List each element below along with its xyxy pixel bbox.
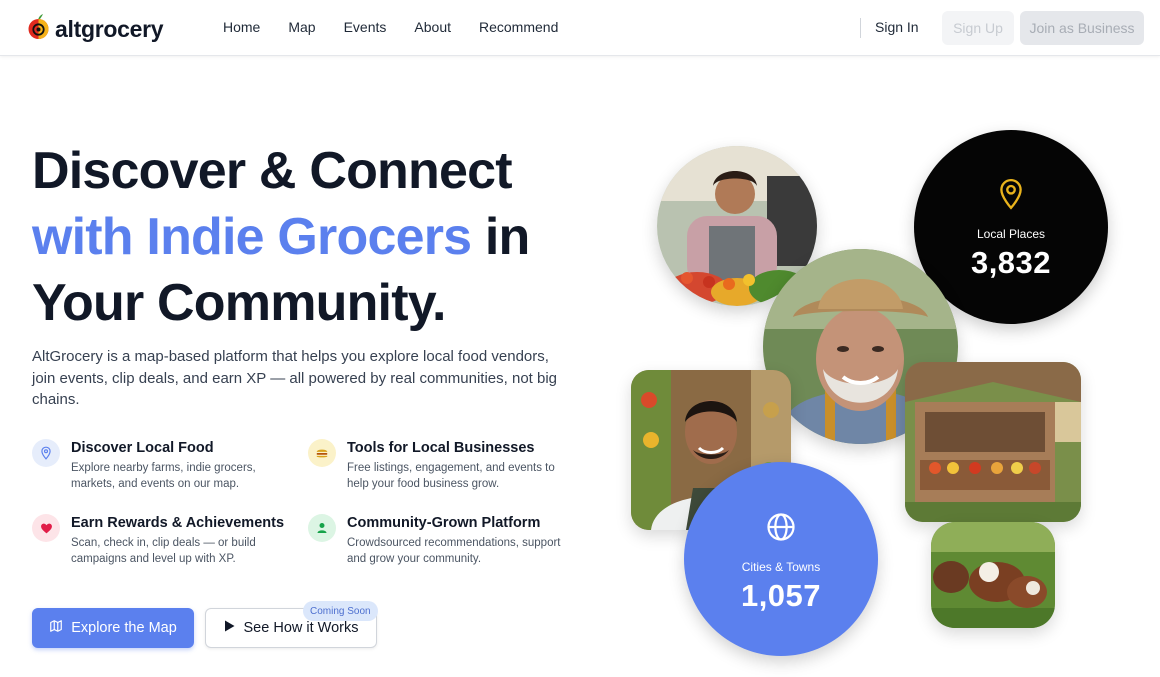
sign-in-link[interactable]: Sign In [875,19,919,35]
feature-title: Community-Grown Platform [347,515,541,531]
feature-title: Tools for Local Businesses [347,440,535,456]
cities-towns-label: Cities & Towns [741,560,821,574]
explore-map-label: Explore the Map [71,620,177,636]
cities-towns-value: 1,057 [740,578,822,613]
map-icon [49,619,63,637]
explore-map-button[interactable]: Explore the Map [32,608,194,648]
headline-accent: with Indie Grocers [32,208,472,266]
location-pin-icon [32,439,60,467]
cities-towns-stat: Cities & Towns 1,057 [684,462,878,656]
farm-stand-photo [905,362,1081,522]
location-pin-icon [998,178,1024,215]
feature-desc: Free listings, engagement, and events to… [347,462,555,490]
feature-desc: Crowdsourced recommendations, support an… [347,537,561,565]
brand-name: altgrocery [55,16,164,42]
feature-desc: Scan, check in, clip deals — or build ca… [71,537,256,565]
headline-line-1: Discover & Connect [32,142,513,200]
headline-line-3: Your Community. [32,274,446,332]
apple-logo-icon [26,14,51,45]
nav-link-map[interactable]: Map [288,19,315,35]
brand-logo[interactable]: altgrocery [26,14,164,45]
nav-links: Home Map Events About Recommend [223,19,558,35]
nav-link-events[interactable]: Events [344,19,387,35]
nav-link-about[interactable]: About [414,19,451,35]
sign-up-button[interactable]: Sign Up [942,11,1014,45]
feature-title: Discover Local Food [71,440,214,456]
see-how-label: See How it Works [243,620,359,636]
headline-in: in [471,208,530,266]
coming-soon-badge: Coming Soon [303,601,378,621]
nav-link-home[interactable]: Home [223,19,260,35]
local-places-value: 3,832 [970,245,1052,280]
feature-title: Earn Rewards & Achievements [71,515,285,531]
person-icon [308,514,336,542]
play-icon [224,620,235,636]
hero-headline: Discover & Connect with Indie Grocers in… [32,138,632,336]
join-business-button[interactable]: Join as Business [1020,11,1144,45]
local-places-label: Local Places [976,227,1046,241]
burger-icon [308,439,336,467]
cows-photo [931,522,1055,628]
nav-link-recommend[interactable]: Recommend [479,19,558,35]
heart-icon [32,514,60,542]
globe-icon [766,512,796,547]
top-nav: altgrocery Home Map Events About Recomme… [0,0,1160,56]
feature-desc: Explore nearby farms, indie grocers, mar… [71,462,256,490]
hero-description: AltGrocery is a map-based platform that … [32,348,558,408]
nav-divider [860,18,861,38]
